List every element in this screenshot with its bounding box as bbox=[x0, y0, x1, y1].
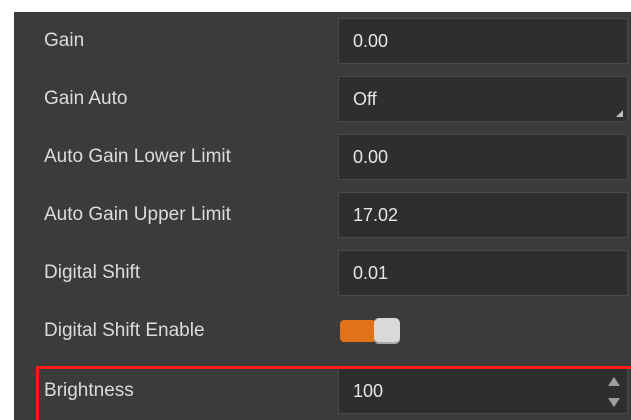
auto-gain-upper-limit-label: Auto Gain Upper Limit bbox=[44, 204, 231, 225]
auto-gain-lower-limit-input[interactable]: 0.00 bbox=[338, 134, 628, 180]
brightness-value: 100 bbox=[353, 381, 384, 401]
brightness-stepper[interactable] bbox=[607, 375, 621, 409]
row-gain-auto: Gain Auto Off bbox=[14, 70, 631, 128]
toggle-track bbox=[340, 320, 376, 342]
brightness-label: Brightness bbox=[44, 380, 134, 401]
row-brightness: Brightness 100 bbox=[14, 362, 631, 420]
gain-auto-dropdown[interactable]: Off bbox=[338, 76, 628, 122]
digital-shift-input[interactable]: 0.01 bbox=[338, 250, 628, 296]
gain-label: Gain bbox=[44, 30, 85, 51]
gain-auto-label: Gain Auto bbox=[44, 88, 128, 109]
gain-input[interactable]: 0.00 bbox=[338, 18, 628, 64]
row-auto-gain-upper-limit: Auto Gain Upper Limit 17.02 bbox=[14, 186, 631, 244]
chevron-down-icon[interactable] bbox=[608, 398, 620, 407]
toggle-knob[interactable] bbox=[374, 318, 400, 344]
digital-shift-enable-toggle[interactable] bbox=[340, 318, 400, 344]
gain-auto-value: Off bbox=[353, 89, 377, 109]
row-digital-shift: Digital Shift 0.01 bbox=[14, 244, 631, 302]
auto-gain-upper-limit-input[interactable]: 17.02 bbox=[338, 192, 628, 238]
row-auto-gain-lower-limit: Auto Gain Lower Limit 0.00 bbox=[14, 128, 631, 186]
row-gain: Gain 0.00 bbox=[14, 12, 631, 70]
digital-shift-value: 0.01 bbox=[353, 263, 389, 283]
chevron-up-icon[interactable] bbox=[608, 377, 620, 386]
row-digital-shift-enable: Digital Shift Enable bbox=[14, 302, 631, 360]
auto-gain-lower-limit-value: 0.00 bbox=[353, 147, 389, 167]
property-panel: Gain 0.00 Gain Auto Off Auto Gain Lower … bbox=[14, 12, 631, 420]
digital-shift-enable-label: Digital Shift Enable bbox=[44, 320, 205, 341]
brightness-input[interactable]: 100 bbox=[338, 368, 628, 414]
gain-value: 0.00 bbox=[353, 31, 389, 51]
auto-gain-upper-limit-value: 17.02 bbox=[353, 205, 399, 225]
digital-shift-label: Digital Shift bbox=[44, 262, 141, 283]
dropdown-corner-icon bbox=[616, 110, 623, 117]
auto-gain-lower-limit-label: Auto Gain Lower Limit bbox=[44, 146, 231, 167]
